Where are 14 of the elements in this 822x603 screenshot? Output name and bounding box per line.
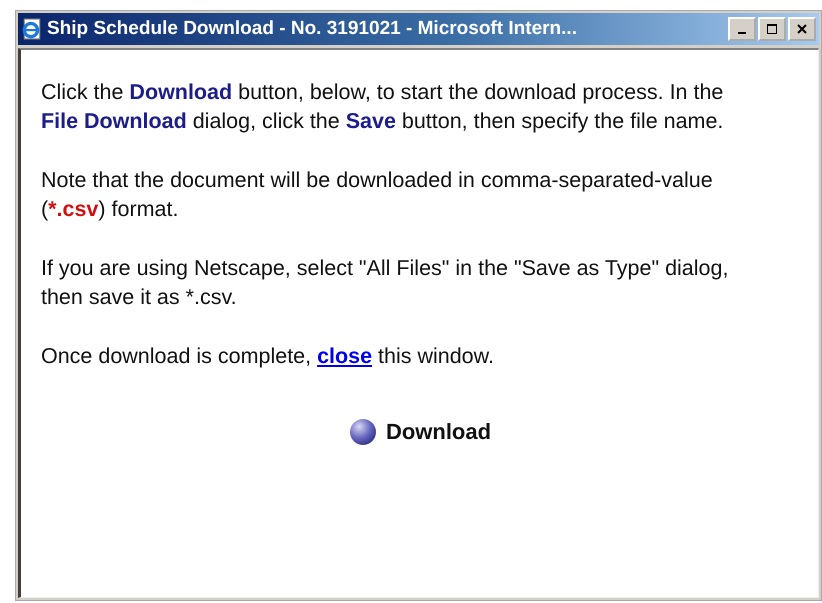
window-title: Ship Schedule Download - No. 3191021 - Microsoft Intern...: [47, 18, 578, 40]
maximize-button[interactable]: [758, 17, 786, 41]
instruction-text: Once download is complete, close this window.: [41, 343, 495, 370]
close-link[interactable]: close: [317, 344, 372, 368]
maximize-icon: [766, 23, 778, 35]
sphere-icon: [348, 417, 378, 447]
close-button[interactable]: [788, 17, 816, 41]
instruction-text: If you are using Netscape, select "All Files" in the "Save as Type" dialog, then save it as *.csv.: [41, 255, 730, 311]
browser-icon: [21, 18, 43, 40]
minimize-button[interactable]: [728, 17, 756, 41]
instruction-text: Click the Download button, below, to start the download process. In the File Download dialog, click the Save button, then specify the file name.: [41, 79, 724, 135]
close-icon: [796, 23, 808, 35]
instruction-text: Note that the document will be downloaded in comma-separated-value (*.csv) format.: [41, 167, 714, 223]
minimize-icon: [738, 32, 746, 34]
